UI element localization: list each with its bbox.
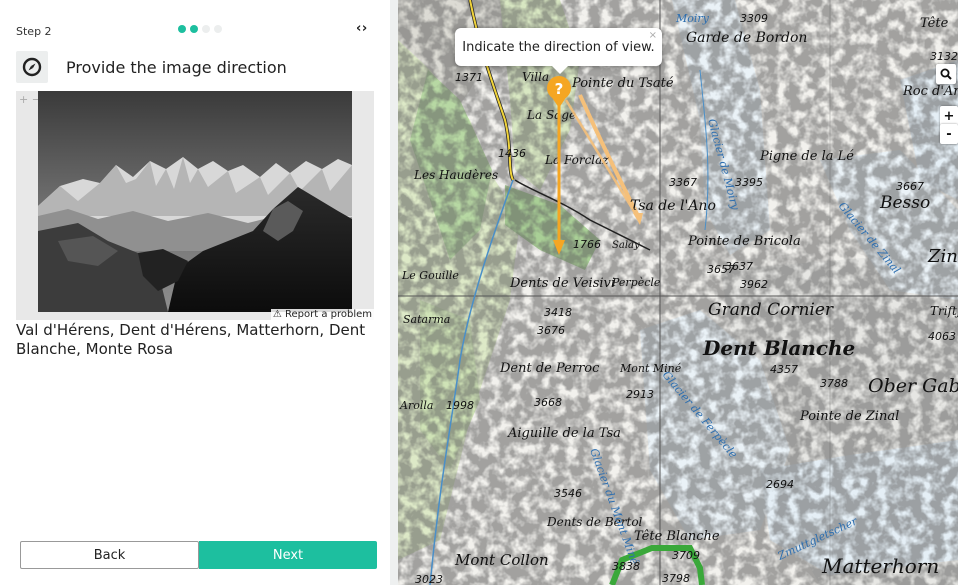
map-label: Le Gouille [401, 269, 459, 282]
map-label: Dent Blanche [702, 336, 855, 360]
title-row: Provide the image direction [16, 51, 287, 83]
report-problem-label: Report a problem [284, 309, 372, 320]
compass-icon [16, 51, 48, 83]
map-elevation: 3709 [672, 549, 700, 562]
map-label: Villa [522, 70, 549, 84]
map-label: Pigne de la Lé [759, 149, 854, 164]
map-elevation: 3667 [896, 180, 924, 193]
map-label: Matterhorn [821, 554, 939, 578]
map-label: Mont Collon [454, 551, 549, 569]
map-elevation: 1998 [446, 399, 474, 412]
map-elevation: 3309 [740, 12, 768, 25]
map-label: Tsa de l'Ano [630, 198, 716, 214]
step-label: Step 2 [16, 25, 52, 38]
map-elevation: 3546 [554, 487, 582, 500]
progress-dot [178, 25, 186, 33]
map-label: Roc d'Arpitetta [902, 84, 958, 99]
map-label: Tête [920, 16, 949, 31]
map-label: Garde de Bordon [686, 30, 807, 46]
map-elevation: 3395 [735, 176, 763, 189]
map-elevation: 3676 [537, 324, 565, 337]
map-label: Dent de Perroc [499, 361, 600, 376]
map-label: Tête Blanche [634, 529, 720, 544]
progress-dot [190, 25, 198, 33]
image-caption: Val d'Hérens, Dent d'Hérens, Matterhorn,… [16, 321, 366, 358]
map-label: Pointe du Tsaté [571, 76, 674, 91]
map-elevation: 4357 [770, 363, 798, 376]
map-zoom-in-button[interactable]: + [940, 106, 958, 126]
next-button[interactable]: Next [199, 541, 377, 569]
map-search-button[interactable] [936, 64, 956, 84]
report-problem-link[interactable]: ⚠ Report a problem [270, 309, 374, 320]
map-label: Grand Cornier [708, 300, 834, 320]
progress-dot [202, 25, 210, 33]
map-label: La Sage [526, 108, 576, 122]
panel-divider [390, 0, 398, 585]
map-elevation: 3798 [662, 572, 690, 585]
map-elevation: 3637 [725, 260, 753, 273]
map-elevation: 3838 [612, 560, 640, 573]
tooltip-close-button[interactable]: × [649, 30, 657, 41]
map-elevation: 3788 [820, 377, 848, 390]
map-label: Aiguille de la Tsa [507, 426, 621, 441]
tooltip-text: Indicate the direction of view. [462, 39, 655, 55]
map-label: Arolla [399, 399, 433, 412]
map-label: Perpècle [611, 276, 661, 289]
collapse-panel-icon[interactable]: ‹ › [356, 21, 367, 36]
map-label: Moiry [675, 12, 710, 25]
map-elevation: 4063 [928, 330, 956, 343]
map-elevation: 3418 [544, 306, 572, 319]
page-title: Provide the image direction [66, 57, 287, 77]
direction-tooltip: Indicate the direction of view. × [455, 28, 662, 66]
map-label: Besso [879, 193, 930, 213]
map-elevation: 1371 [455, 71, 483, 84]
map-elevation: 3668 [534, 396, 562, 409]
map-label: Pointe de Bricola [687, 234, 801, 249]
map-elevation: 3023 [415, 573, 443, 585]
map-elevation: 3367 [669, 176, 697, 189]
mountain-photo[interactable] [38, 91, 352, 312]
map-label: Satarma [403, 313, 450, 326]
map-label: Salay [612, 240, 640, 251]
photo-zoom-in-button[interactable]: + [19, 93, 28, 106]
map-elevation: 3132 [930, 50, 958, 63]
photo-container: + − ⚠ Report a problem [16, 91, 374, 320]
map-label: Dents de Veisivi [509, 276, 615, 291]
marker-question-glyph: ? [555, 80, 564, 98]
map-label: Triftjoch [930, 304, 958, 318]
progress-dots [178, 25, 222, 33]
map-elevation: 2913 [626, 388, 654, 401]
map-zoom-out-button[interactable]: - [940, 124, 958, 144]
map-label: Zinal [927, 246, 958, 267]
map-elevation: 1436 [498, 147, 526, 160]
map-label: Ober Gabelhorn [868, 375, 958, 397]
map-elevation: 1766 [573, 238, 601, 251]
progress-dot [214, 25, 222, 33]
tooltip-pointer [551, 65, 569, 74]
back-button[interactable]: Back [20, 541, 199, 569]
map-elevation: 2694 [766, 478, 794, 491]
map-elevation: 3962 [740, 278, 768, 291]
map-label: Les Haudères [413, 168, 498, 182]
search-icon [940, 68, 952, 80]
topographic-map[interactable]: Garde de Bordon Pointe du Tsaté La Sage … [398, 0, 958, 585]
map-label: Pointe de Zinal [799, 409, 899, 424]
image-panel: Step 2 ‹ › Provide the image direction +… [0, 0, 390, 585]
